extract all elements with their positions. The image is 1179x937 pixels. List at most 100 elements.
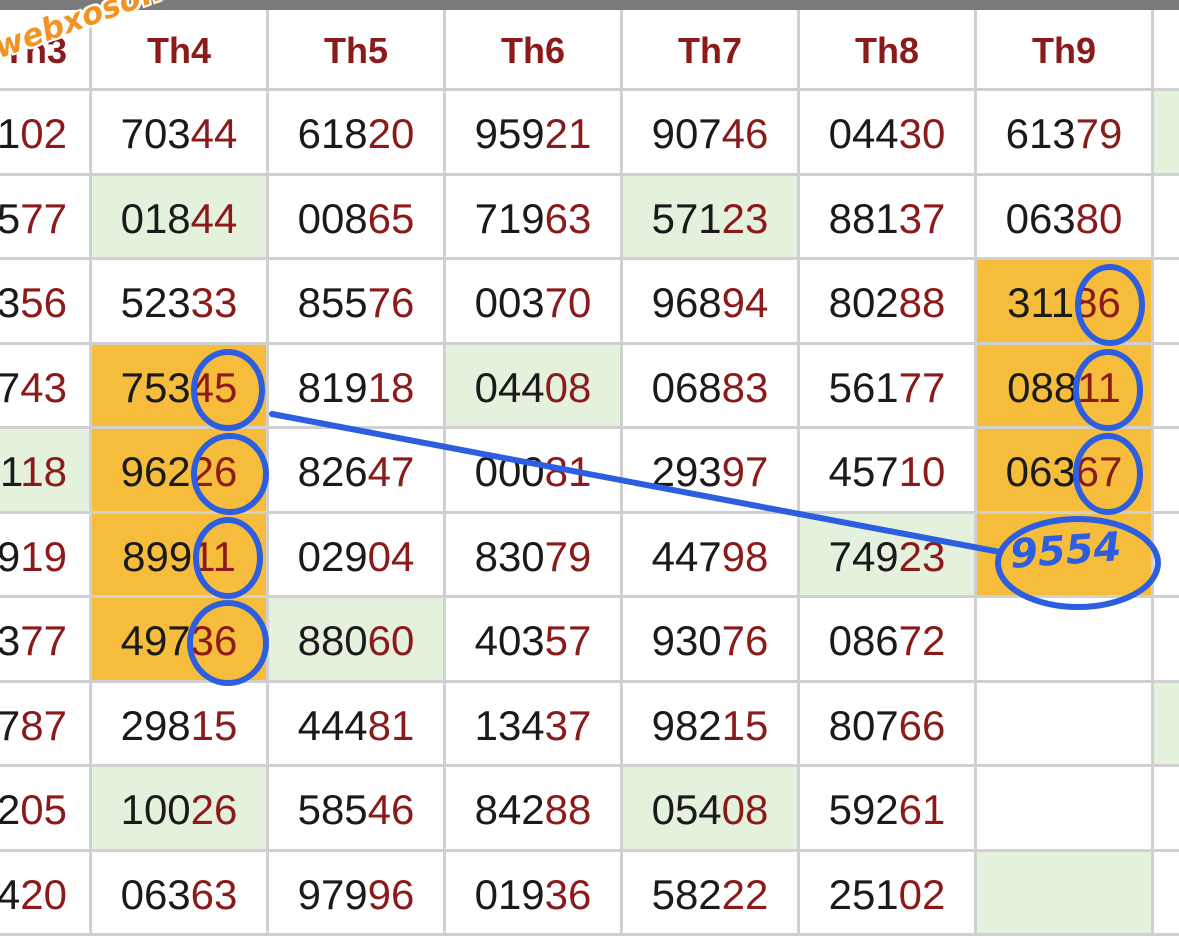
result-cell: 31186 — [977, 260, 1154, 345]
result-cell: 577 — [0, 175, 92, 260]
number-tail: 20 — [20, 870, 67, 918]
result-number: 205 — [0, 786, 89, 834]
header-th7: Th7 — [623, 10, 800, 91]
header-label: T — [1154, 30, 1179, 72]
result-number: 06363 — [92, 871, 266, 919]
result-number: 00865 — [269, 195, 443, 243]
number-tail: 77 — [20, 617, 67, 664]
result-cell: 61379 — [977, 91, 1154, 176]
result-cell: 58546 — [269, 767, 446, 852]
number-head: 880 — [297, 617, 368, 664]
number-tail: 98 — [721, 532, 769, 580]
result-cell: 420 — [0, 851, 92, 936]
result-cell: 00081 — [446, 429, 623, 514]
number-head: 826 — [297, 448, 368, 495]
number-head: 753 — [120, 363, 191, 411]
number-head: 582 — [651, 870, 722, 918]
result-number: 13437 — [446, 702, 620, 750]
result-cell: 58222 — [623, 851, 800, 936]
number-tail: 81 — [544, 448, 592, 495]
number-head: 063 — [120, 870, 191, 918]
number-tail: 45 — [190, 363, 238, 411]
result-cell: 356 — [0, 260, 92, 345]
result-cell: 118 — [0, 429, 92, 514]
result-number: 90746 — [623, 110, 797, 158]
result-cell — [1154, 851, 1179, 936]
result-number: 49736 — [92, 617, 266, 665]
result-cell: 44798 — [623, 513, 800, 598]
result-cell: 377 — [0, 598, 92, 683]
result-number: 98215 — [623, 702, 797, 750]
result-cell: 02904 — [269, 513, 446, 598]
result-number: 80288 — [800, 279, 974, 327]
number-head: 5 — [0, 195, 20, 242]
result-cell: 40357 — [446, 598, 623, 683]
number-head: 592 — [828, 786, 899, 833]
result-number: 58222 — [623, 871, 797, 919]
result-cell: 82647 — [269, 429, 446, 514]
number-head: 807 — [828, 701, 899, 749]
number-tail: 26 — [190, 448, 238, 495]
result-cell: 89911 — [92, 513, 269, 598]
number-tail: 77 — [898, 363, 946, 411]
result-number: 05408 — [623, 786, 797, 834]
number-tail: 46 — [367, 786, 415, 833]
result-cell — [1154, 767, 1179, 852]
result-number: 10026 — [92, 786, 266, 834]
number-tail: 02 — [898, 870, 946, 918]
result-cell — [1154, 344, 1179, 429]
result-number: 61820 — [269, 110, 443, 158]
result-cell: 85576 — [269, 260, 446, 345]
result-number: 85576 — [269, 279, 443, 327]
number-tail: 94 — [721, 279, 769, 326]
header-label: Th6 — [500, 30, 565, 71]
number-tail: 77 — [20, 194, 67, 242]
header-label: Th8 — [854, 30, 919, 71]
result-number: 420 — [0, 871, 89, 919]
number-head: 749 — [828, 532, 899, 580]
result-number: 377 — [0, 617, 89, 665]
result-number: 01844 — [92, 195, 266, 243]
result-cell: 05408 — [623, 767, 800, 852]
number-head: 962 — [120, 448, 191, 495]
result-number: 44481 — [269, 702, 443, 750]
number-tail: 23 — [898, 532, 946, 580]
result-number: 08811 — [977, 364, 1151, 412]
result-number: 743 — [0, 364, 89, 412]
number-head: 9 — [0, 533, 20, 580]
result-cell — [1154, 175, 1179, 260]
result-cell: 74923 — [800, 513, 977, 598]
result-cell: 04430 — [800, 91, 977, 176]
number-head: 7 — [0, 702, 20, 749]
number-head: 403 — [474, 617, 545, 664]
number-head: 618 — [297, 110, 368, 157]
number-head: 842 — [474, 786, 545, 833]
number-head: 029 — [297, 532, 368, 580]
header-th9: Th9 — [977, 10, 1154, 91]
header-label: Th5 — [323, 30, 388, 71]
number-tail: 20 — [367, 110, 415, 157]
number-tail: 08 — [544, 363, 592, 411]
number-head: 068 — [651, 363, 722, 411]
number-tail: 60 — [367, 617, 415, 664]
result-cell: 97996 — [269, 851, 446, 936]
result-number: 06380 — [977, 195, 1151, 243]
result-number: 00370 — [446, 279, 620, 327]
number-tail: 44 — [190, 110, 238, 157]
result-number: 29397 — [623, 448, 797, 496]
number-tail: 02 — [20, 110, 67, 157]
result-number: 61379 — [977, 110, 1151, 158]
number-head: 134 — [474, 701, 545, 749]
result-cell: 96226 — [92, 429, 269, 514]
result-cell: 95921 — [446, 91, 623, 176]
result-cell: 29815 — [92, 682, 269, 767]
result-cell — [977, 767, 1154, 852]
result-number: 93076 — [623, 617, 797, 665]
number-head: 802 — [828, 279, 899, 326]
result-cell: 75345 — [92, 344, 269, 429]
results-table: Th3Th4Th5Th6Th7Th8Th9T110270344618209592… — [0, 10, 1179, 937]
number-tail: 88 — [544, 786, 592, 833]
number-tail: 76 — [721, 617, 769, 664]
number-head: 3 — [0, 279, 20, 326]
result-cell — [1154, 513, 1179, 598]
